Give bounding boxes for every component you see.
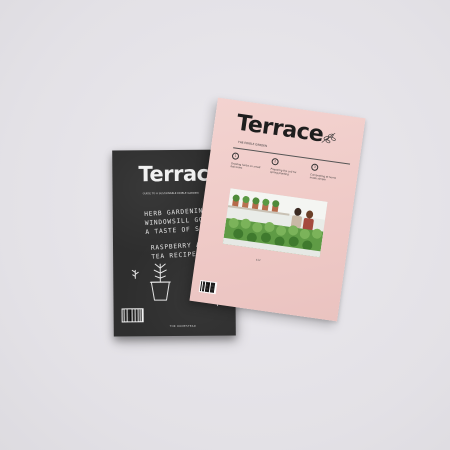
magazine-front-cover: Terrace THE EDIBLE GARDEN 1 Growing herb… (189, 97, 366, 322)
cover-photo (222, 188, 328, 258)
feature-text: Composting at home made simple (309, 173, 337, 182)
feature-column-3: 3 Composting at home made simple (309, 163, 343, 184)
feature-column-1: 1 Growing herbs on small balconies (230, 152, 264, 173)
leaf-sketch-icon (321, 133, 336, 144)
magazine-front-wrapper: Terrace THE EDIBLE GARDEN 1 Growing herb… (189, 97, 366, 322)
feature-number: 1 (231, 152, 240, 161)
magazine-front-tagline: THE EDIBLE GARDEN (237, 139, 268, 148)
cover-price: $12 (255, 258, 261, 263)
feature-text: Preparing the soil for spring planting (269, 167, 297, 177)
feature-number: 2 (271, 157, 280, 166)
feature-number: 3 (310, 163, 319, 172)
barcode-icon (121, 308, 144, 323)
magazine-back-footer: THE HOMESTEAD (169, 324, 197, 329)
feature-column-2: 2 Preparing the soil for spring planting (269, 157, 304, 179)
barcode-icon (198, 279, 218, 295)
product-mockup-scene: Terrace GUIDE TO A SUSTAINABLE EDIBLE GA… (0, 0, 450, 450)
feature-text: Growing herbs on small balconies (230, 162, 261, 170)
